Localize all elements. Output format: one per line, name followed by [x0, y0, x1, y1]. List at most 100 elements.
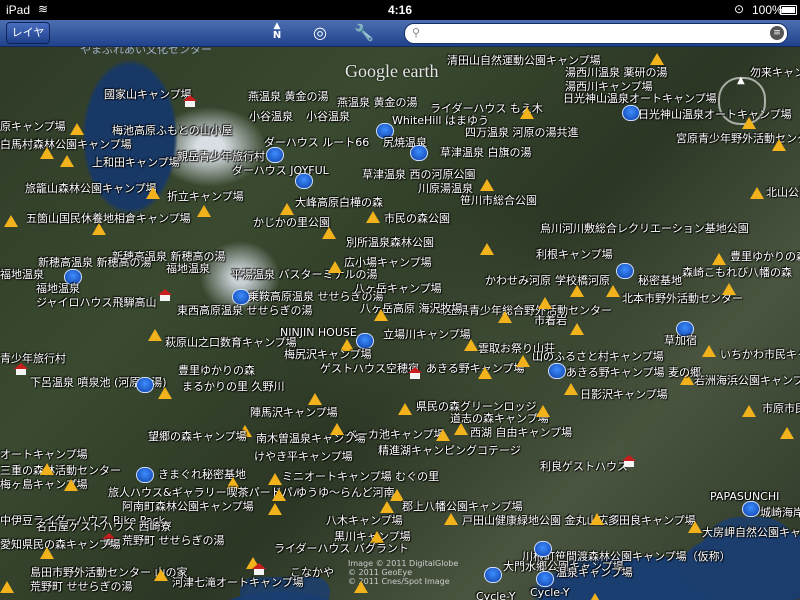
place-label[interactable]: 城崎海岸	[760, 507, 800, 519]
place-label[interactable]: 愛知県民の森キャンプ場	[0, 539, 121, 551]
rider-house-icon[interactable]	[536, 571, 554, 587]
campsite-icon[interactable]	[480, 243, 494, 255]
campsite-icon[interactable]	[0, 581, 14, 593]
place-label[interactable]: 草津温泉 白旗の湯	[440, 147, 532, 159]
place-label[interactable]: 阿南町森林公園キャンプ場	[122, 501, 254, 513]
place-label[interactable]: 三重の森林活動センター	[0, 465, 121, 477]
campsite-icon[interactable]	[40, 147, 54, 159]
place-label[interactable]: 福地温泉	[0, 269, 44, 281]
campsite-icon[interactable]	[570, 323, 584, 335]
location-icon[interactable]: ◎	[308, 22, 332, 44]
campsite-icon[interactable]	[436, 429, 450, 441]
campsite-icon[interactable]	[454, 423, 468, 435]
campsite-icon[interactable]	[158, 387, 172, 399]
place-label[interactable]: 福地温泉	[166, 263, 210, 275]
rider-house-icon[interactable]	[484, 567, 502, 583]
layer-button[interactable]: レイヤ	[6, 22, 50, 44]
place-label[interactable]: 國家山キャンプ場	[104, 89, 192, 101]
search-input[interactable]: ⚲ ≡	[404, 23, 788, 44]
rider-house-icon[interactable]	[295, 173, 313, 189]
campsite-icon[interactable]	[197, 205, 211, 217]
campsite-icon[interactable]	[520, 107, 534, 119]
place-label[interactable]: まるかりの里 久野川	[182, 381, 285, 393]
place-label[interactable]: 別所温泉森林公園	[346, 237, 434, 249]
campsite-icon[interactable]	[4, 215, 18, 227]
place-label[interactable]: 白馬村森林公園キャンプ場	[0, 139, 132, 151]
campsite-icon[interactable]	[444, 513, 458, 525]
campsite-icon[interactable]	[588, 593, 602, 600]
campsite-icon[interactable]	[742, 117, 756, 129]
place-label[interactable]: あきる野キャンプ場	[426, 363, 524, 375]
campsite-icon[interactable]	[650, 53, 664, 65]
campsite-icon[interactable]	[40, 547, 54, 559]
rider-house-icon[interactable]	[356, 333, 374, 349]
campsite-icon[interactable]	[688, 521, 702, 533]
campsite-icon[interactable]	[772, 139, 786, 151]
campsite-icon[interactable]	[564, 383, 578, 395]
campsite-icon[interactable]	[308, 393, 322, 405]
rider-house-icon[interactable]	[622, 105, 640, 121]
place-label[interactable]: ゆうゆ〜らんど河南	[296, 487, 395, 499]
place-label[interactable]: 草津温泉 西の河原公園	[362, 169, 476, 181]
rider-house-icon[interactable]	[136, 467, 154, 483]
place-label[interactable]: 燕温泉 黄金の湯	[248, 91, 329, 103]
place-label[interactable]: 梅尻沢キャンプ場	[284, 349, 372, 361]
campsite-icon[interactable]	[702, 345, 716, 357]
place-label[interactable]: 折立キャンプ場	[167, 191, 244, 203]
campsite-icon[interactable]	[722, 283, 736, 295]
place-label[interactable]: 日光神山温泉オートキャンプ場	[638, 109, 792, 121]
rider-house-icon[interactable]	[742, 501, 760, 517]
campsite-icon[interactable]	[480, 179, 494, 191]
lodge-icon[interactable]	[622, 455, 636, 467]
place-label[interactable]: PAPASUNCHI	[710, 491, 779, 503]
place-label[interactable]: かじかの里公園	[253, 217, 330, 229]
rider-house-icon[interactable]	[136, 377, 154, 393]
place-label[interactable]: Cycle-Y	[476, 591, 515, 600]
campsite-icon[interactable]	[780, 427, 794, 439]
campsite-icon[interactable]	[70, 123, 84, 135]
place-label[interactable]: 精進湖キャンピングコテージ	[378, 445, 521, 457]
place-label[interactable]: 福地温泉	[36, 283, 80, 295]
campsite-icon[interactable]	[750, 187, 764, 199]
place-label[interactable]: 森崎こもれび八幡の森	[682, 267, 792, 279]
campsite-icon[interactable]	[380, 501, 394, 513]
place-label[interactable]: 西湖 自由キャンプ場	[470, 427, 572, 439]
place-label[interactable]: 利根キャンプ場	[536, 249, 613, 261]
place-label[interactable]: 八木キャンプ場	[326, 515, 403, 527]
place-label[interactable]: 烏川河川敷総合レクリエーション基地公園	[540, 223, 749, 235]
campsite-icon[interactable]	[268, 503, 282, 515]
place-label[interactable]: Cycle-Y	[530, 587, 569, 599]
place-label[interactable]: 湯西川温泉 薬研の湯	[565, 67, 668, 79]
place-label[interactable]: ミニオートキャンプ場 むぐの里	[282, 471, 439, 483]
place-label[interactable]: 秘密基地	[638, 275, 682, 287]
place-label[interactable]: 青少年旅行村	[0, 353, 66, 365]
place-label[interactable]: 東西高原温泉 せせらぎの湯	[177, 305, 313, 317]
place-label[interactable]: 望郷の森キャンプ場	[148, 431, 247, 443]
campsite-icon[interactable]	[570, 285, 584, 297]
place-label[interactable]: 温泉キャンプ場	[556, 567, 633, 579]
campsite-icon[interactable]	[374, 309, 388, 321]
place-label[interactable]: 若洲海浜公園キャンプ場	[694, 375, 800, 387]
rider-house-icon[interactable]	[232, 289, 250, 305]
place-label[interactable]: 梅池高原ふもとの山小屋	[112, 125, 233, 137]
campsite-icon[interactable]	[64, 479, 78, 491]
wrench-icon[interactable]: 🔧	[352, 22, 376, 44]
place-label[interactable]: 四万温泉 河原の湯共進	[465, 127, 579, 139]
place-label[interactable]: 草加宿	[664, 335, 697, 347]
campsite-icon[interactable]	[92, 223, 106, 235]
campsite-icon[interactable]	[538, 297, 552, 309]
menu-icon[interactable]: ≡	[770, 26, 784, 40]
place-label[interactable]: 多田良キャンプ場	[608, 515, 696, 527]
place-label[interactable]: 日光神山温泉オートキャンプ場	[563, 93, 717, 105]
campsite-icon[interactable]	[536, 405, 550, 417]
rider-house-icon[interactable]	[534, 541, 552, 557]
place-label[interactable]: 河津七滝オートキャンプ場	[172, 577, 304, 589]
place-label[interactable]: ジャイロハウス飛騨高山	[36, 297, 156, 309]
place-label[interactable]: 笹川市総合公園	[460, 195, 537, 207]
place-label[interactable]: ライダーハウス バグラント	[274, 543, 409, 555]
campsite-icon[interactable]	[354, 581, 368, 593]
lodge-icon[interactable]	[14, 363, 28, 375]
place-label[interactable]: 豊里ゆかりの森	[178, 365, 255, 377]
rider-house-icon[interactable]	[266, 147, 284, 163]
place-label[interactable]: 立場川キャンプ場	[383, 329, 471, 341]
